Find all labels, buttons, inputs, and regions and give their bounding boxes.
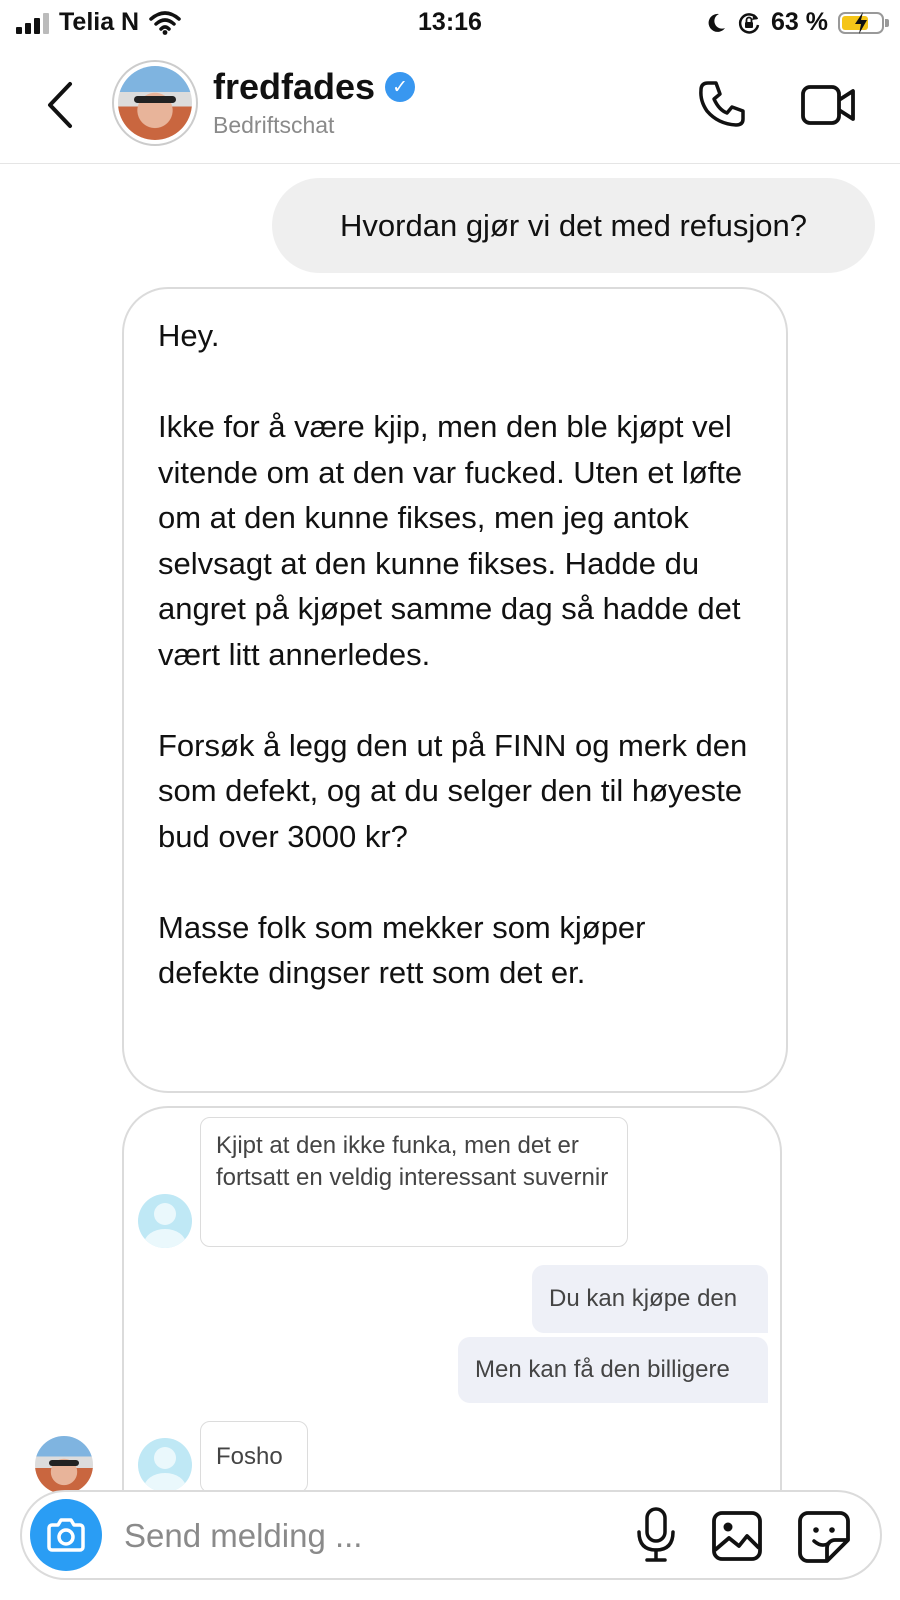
outgoing-message[interactable]: Hvordan gjør vi det med refusjon? (272, 178, 875, 273)
placeholder-avatar (138, 1438, 192, 1492)
status-bar: Telia N 13:16 63 % (0, 0, 900, 48)
profile-avatar[interactable] (112, 60, 198, 146)
status-right: 63 % (705, 8, 889, 37)
chat-subtitle: Bedriftschat (213, 112, 335, 138)
sender-avatar[interactable] (35, 1436, 93, 1494)
placeholder-avatar (138, 1194, 192, 1248)
back-chevron-icon[interactable] (40, 80, 80, 130)
chat-header: fredfades ✓ Bedriftschat (0, 50, 900, 164)
battery-charging-icon (838, 11, 889, 34)
username-row[interactable]: fredfades ✓ (213, 66, 416, 108)
username[interactable]: fredfades (213, 66, 375, 108)
embedded-message-text: Du kan kjøpe den (549, 1285, 738, 1312)
orientation-lock-icon (738, 12, 760, 34)
embedded-message-text: Kjipt at den ikke funka, men det er fort… (216, 1132, 609, 1191)
message-composer (20, 1490, 882, 1580)
embedded-message-text: Men kan få den billigere (475, 1356, 730, 1383)
video-camera-icon[interactable] (800, 82, 856, 128)
embedded-outgoing-message: Men kan få den billigere (458, 1337, 768, 1403)
message-paragraph: Forsøk å legg den ut på FINN og merk den… (158, 727, 748, 854)
moon-icon (708, 13, 726, 32)
image-icon[interactable] (711, 1510, 763, 1562)
embedded-message-text: Fosho (216, 1443, 283, 1470)
battery-percent: 63 % (771, 8, 828, 36)
phone-icon[interactable] (696, 78, 748, 130)
embedded-outgoing-message: Du kan kjøpe den (532, 1265, 768, 1333)
message-paragraph: Masse folk som mekker som kjøper defekte… (158, 909, 646, 991)
message-input[interactable] (122, 1506, 606, 1566)
outgoing-message-text: Hvordan gjør vi det med refusjon? (340, 207, 807, 243)
verified-badge-icon: ✓ (385, 72, 416, 102)
message-paragraph: Hey. (158, 318, 220, 353)
microphone-icon[interactable] (634, 1506, 678, 1564)
camera-icon (47, 1518, 85, 1552)
camera-button[interactable] (30, 1499, 102, 1571)
embedded-incoming-message: Fosho (200, 1421, 308, 1493)
sticker-icon[interactable] (797, 1510, 851, 1564)
incoming-message[interactable]: Hey. Ikke for å være kjip, men den ble k… (122, 287, 788, 1093)
embedded-incoming-message: Kjipt at den ikke funka, men det er fort… (200, 1117, 628, 1247)
shared-screenshot-message[interactable]: Kjipt at den ikke funka, men det er fort… (122, 1106, 782, 1494)
message-paragraph: Ikke for å være kjip, men den ble kjøpt … (158, 409, 743, 672)
